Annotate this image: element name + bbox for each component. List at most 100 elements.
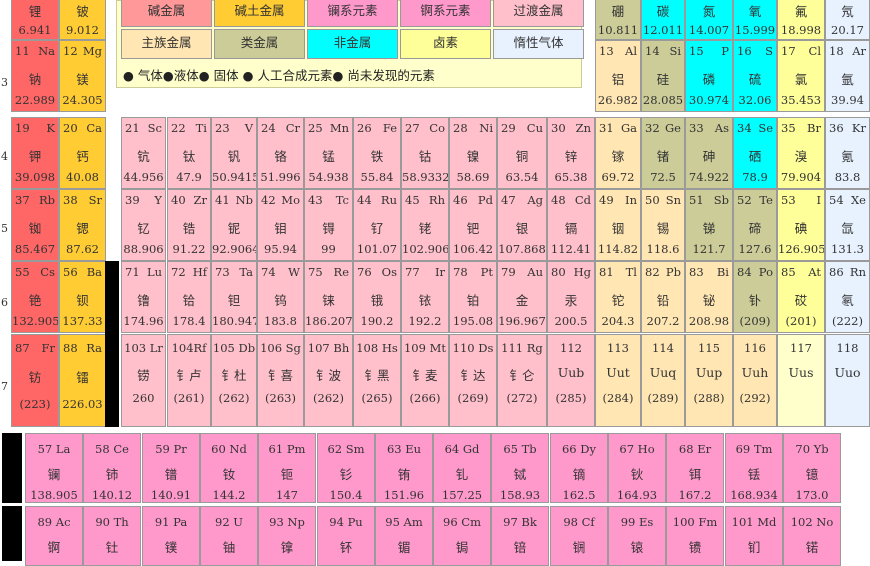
element-cell[interactable]: 113 Uut (284): [595, 334, 641, 427]
element-cell[interactable]: 氮 14.007: [685, 0, 733, 40]
element-cell[interactable]: 56 Ba 钡 137.33: [59, 261, 106, 333]
element-cell[interactable]: 76 Os 锇 190.2: [353, 261, 401, 333]
element-cell[interactable]: 73 Ta 钽 180.947: [211, 261, 257, 333]
element-cell[interactable]: 83 Bi 铋 208.98: [685, 261, 733, 333]
element-cell[interactable]: 41 Nb 铌 92.9064: [211, 189, 257, 261]
element-cell[interactable]: 89 Ac 锕: [25, 506, 83, 566]
element-cell[interactable]: 26 Fe 铁 55.84: [353, 117, 401, 189]
legend-category-4[interactable]: 锕系元素: [400, 0, 491, 27]
element-cell[interactable]: 68 Er 铒 167.2: [666, 433, 724, 503]
element-cell[interactable]: 67 Ho 钬 164.93: [608, 433, 666, 503]
element-cell[interactable]: 23 V 钒 50.9415: [211, 117, 257, 189]
element-cell[interactable]: 35 Br 溴 79.904: [777, 117, 825, 189]
element-cell[interactable]: 95 Am 镅: [375, 506, 433, 566]
element-cell[interactable]: 58 Ce 铈 140.12: [83, 433, 141, 503]
element-cell[interactable]: 31 Ga 镓 69.72: [595, 117, 641, 189]
element-cell[interactable]: 61 Pm 钷 147: [258, 433, 316, 503]
element-cell[interactable]: 75 Re 铼 186.207: [304, 261, 353, 333]
element-cell[interactable]: 13 Al 铝 26.982: [595, 40, 641, 112]
element-cell[interactable]: 碳 12.011: [641, 0, 685, 40]
element-cell[interactable]: 108 Hs 钅黑 (265): [353, 334, 401, 427]
element-cell[interactable]: 115 Uup (288): [685, 334, 733, 427]
element-cell[interactable]: 87 Fr 钫 (223): [11, 334, 59, 427]
element-cell[interactable]: 90 Th 钍: [83, 506, 141, 566]
element-cell[interactable]: 97 Bk 锫: [491, 506, 549, 566]
element-cell[interactable]: 106 Sg 钅喜 (263): [257, 334, 304, 427]
element-cell[interactable]: 60 Nd 钕 144.2: [200, 433, 258, 503]
element-cell[interactable]: 27 Co 钴 58.9332: [401, 117, 449, 189]
legend-category-5[interactable]: 过渡金属: [493, 0, 584, 27]
element-cell[interactable]: 98 Cf 锎: [550, 506, 608, 566]
element-cell[interactable]: 101 Md 钔: [725, 506, 783, 566]
element-cell[interactable]: 33 As 砷 74.922: [685, 117, 733, 189]
element-cell[interactable]: 86 Rn 氡 (222): [825, 261, 870, 333]
element-cell[interactable]: 63 Eu 铕 151.96: [375, 433, 433, 503]
element-cell[interactable]: 45 Rh 铑 102.906: [401, 189, 449, 261]
element-cell[interactable]: 51 Sb 锑 121.7: [685, 189, 733, 261]
element-cell[interactable]: 69 Tm 铥 168.934: [725, 433, 783, 503]
element-cell[interactable]: 20 Ca 钙 40.08: [59, 117, 106, 189]
element-cell[interactable]: 34 Se 硒 78.9: [733, 117, 777, 189]
element-cell[interactable]: 锂 6.941: [11, 0, 59, 40]
element-cell[interactable]: 21 Sc 钪 44.956: [121, 117, 166, 189]
element-cell[interactable]: 79 Au 金 196.967: [497, 261, 547, 333]
legend-category-3[interactable]: 镧系元素: [307, 0, 398, 27]
element-cell[interactable]: 48 Cd 镉 112.41: [547, 189, 595, 261]
element-cell[interactable]: 30 Zn 锌 65.38: [547, 117, 595, 189]
legend-category-6[interactable]: 主族金属: [121, 29, 212, 59]
element-cell[interactable]: 55 Cs 铯 132.905: [11, 261, 59, 333]
element-cell[interactable]: 66 Dy 镝 162.5: [550, 433, 608, 503]
element-cell[interactable]: 94 Pu 钚: [317, 506, 375, 566]
element-cell[interactable]: 114 Uuq (289): [641, 334, 685, 427]
element-cell[interactable]: 硼 10.811: [595, 0, 641, 40]
legend-category-10[interactable]: 惰性气体: [493, 29, 584, 59]
element-cell[interactable]: 118 Uuo: [825, 334, 870, 427]
element-cell[interactable]: 71 Lu 镥 174.96: [121, 261, 166, 333]
element-cell[interactable]: 92 U 铀: [200, 506, 258, 566]
element-cell[interactable]: 85 At 砹 (201): [777, 261, 825, 333]
element-cell[interactable]: 93 Np 镎: [258, 506, 316, 566]
element-cell[interactable]: 38 Sr 锶 87.62: [59, 189, 106, 261]
element-cell[interactable]: 88 Ra 镭 226.03: [59, 334, 106, 427]
element-cell[interactable]: 46 Pd 钯 106.42: [449, 189, 497, 261]
element-cell[interactable]: 81 Tl 铊 204.3: [595, 261, 641, 333]
element-cell[interactable]: 109 Mt 钅麦 (266): [401, 334, 449, 427]
element-cell[interactable]: 91 Pa 镤: [142, 506, 200, 566]
element-cell[interactable]: 54 Xe 氙 131.3: [825, 189, 870, 261]
element-cell[interactable]: 19 K 钾 39.098: [11, 117, 59, 189]
element-cell[interactable]: 65 Tb 铽 158.93: [491, 433, 549, 503]
legend-category-8[interactable]: 非金属: [307, 29, 398, 59]
element-cell[interactable]: 36 Kr 氪 83.8: [825, 117, 870, 189]
element-cell[interactable]: 77 Ir 铱 192.2: [401, 261, 449, 333]
element-cell[interactable]: 50 Sn 锡 118.6: [641, 189, 685, 261]
element-cell[interactable]: 116 Uuh (292): [733, 334, 777, 427]
element-cell[interactable]: 14 Si 硅 28.085: [641, 40, 685, 112]
element-cell[interactable]: 17 Cl 氯 35.453: [777, 40, 825, 112]
element-cell[interactable]: 117 Uus: [777, 334, 825, 427]
element-cell[interactable]: 84 Po 钋 (209): [733, 261, 777, 333]
element-cell[interactable]: 氟 18.998: [777, 0, 825, 40]
element-cell[interactable]: 18 Ar 氩 39.94: [825, 40, 870, 112]
element-cell[interactable]: 111 Rg 钅仑 (272): [497, 334, 547, 427]
element-cell[interactable]: 12 Mg 镁 24.305: [59, 40, 106, 112]
element-cell[interactable]: 57 La 镧 138.905: [25, 433, 83, 503]
element-cell[interactable]: 53 I 碘 126.905: [777, 189, 825, 261]
element-cell[interactable]: 80 Hg 汞 200.5: [547, 261, 595, 333]
element-cell[interactable]: 32 Ge 锗 72.5: [641, 117, 685, 189]
legend-category-2[interactable]: 碱土金属: [214, 0, 305, 27]
element-cell[interactable]: 107 Bh 钅波 (262): [304, 334, 353, 427]
element-cell[interactable]: 39 Y 钇 88.906: [121, 189, 166, 261]
element-cell[interactable]: 104Rf 钅卢 (261): [167, 334, 211, 427]
element-cell[interactable]: 28 Ni 镍 58.69: [449, 117, 497, 189]
element-cell[interactable]: 62 Sm 钐 150.4: [317, 433, 375, 503]
element-cell[interactable]: 103 Lr 铹 260: [121, 334, 166, 427]
legend-category-1[interactable]: 碱金属: [121, 0, 212, 27]
element-cell[interactable]: 72 Hf 铪 178.4: [167, 261, 211, 333]
element-cell[interactable]: 64 Gd 钆 157.25: [433, 433, 491, 503]
element-cell[interactable]: 110 Ds 钅达 (269): [449, 334, 497, 427]
element-cell[interactable]: 52 Te 碲 127.6: [733, 189, 777, 261]
element-cell[interactable]: 25 Mn 锰 54.938: [304, 117, 353, 189]
element-cell[interactable]: 99 Es 锿: [608, 506, 666, 566]
element-cell[interactable]: 74 W 钨 183.8: [257, 261, 304, 333]
element-cell[interactable]: 40 Zr 锆 91.22: [167, 189, 211, 261]
